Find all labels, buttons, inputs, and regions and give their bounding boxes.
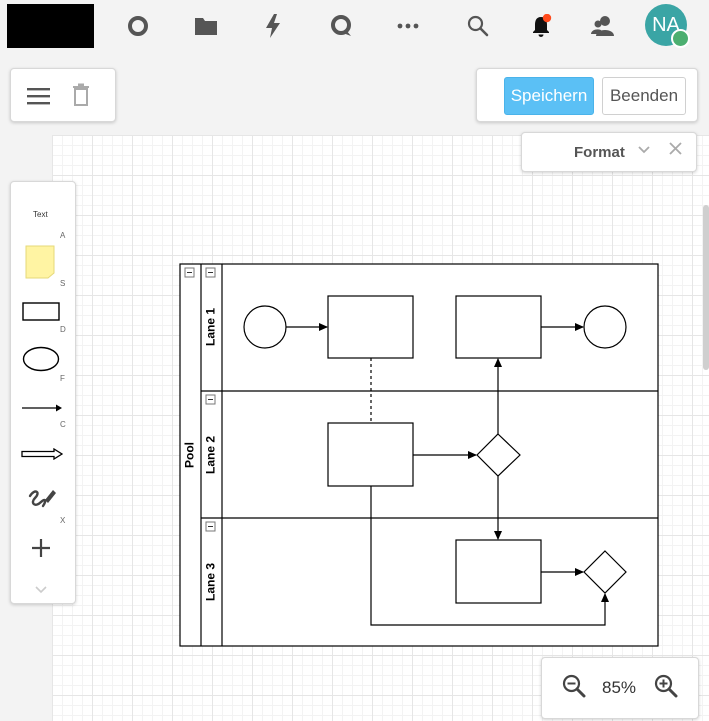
ellipse-shape[interactable] bbox=[22, 346, 60, 372]
freehand-icon[interactable] bbox=[27, 486, 57, 514]
folder-icon[interactable] bbox=[193, 13, 219, 39]
save-button[interactable]: Speichern bbox=[504, 77, 594, 115]
shortcut-hint: C bbox=[60, 420, 66, 429]
chevron-down-icon[interactable] bbox=[637, 143, 651, 161]
logo bbox=[7, 4, 94, 48]
circle-icon[interactable] bbox=[125, 13, 151, 39]
zoom-in-icon[interactable] bbox=[654, 674, 678, 703]
vertical-scrollbar[interactable] bbox=[703, 205, 709, 370]
lightning-icon[interactable] bbox=[260, 13, 286, 39]
status-indicator bbox=[671, 29, 690, 48]
zoom-out-icon[interactable] bbox=[562, 674, 586, 703]
more-icon[interactable] bbox=[395, 13, 421, 39]
chat-icon[interactable] bbox=[328, 13, 354, 39]
menu-icon[interactable] bbox=[26, 85, 52, 107]
trash-icon[interactable] bbox=[72, 83, 90, 107]
format-panel: Format bbox=[521, 132, 697, 172]
bell-icon[interactable] bbox=[528, 13, 554, 39]
edit-panel bbox=[10, 68, 116, 122]
zoom-panel: 85% bbox=[541, 657, 699, 719]
shortcut-hint: D bbox=[60, 325, 66, 334]
shapes-panel: Text A S D F C X bbox=[10, 181, 76, 604]
close-icon[interactable] bbox=[669, 142, 682, 160]
rectangle-shape[interactable] bbox=[22, 302, 60, 322]
shortcut-hint: X bbox=[60, 516, 66, 525]
top-bar: NA bbox=[0, 0, 709, 54]
chevron-down-icon[interactable] bbox=[34, 582, 48, 594]
text-shape[interactable]: Text bbox=[33, 210, 48, 219]
note-shape[interactable] bbox=[25, 245, 55, 279]
diagram-canvas[interactable] bbox=[52, 135, 709, 721]
arrow-shape[interactable] bbox=[21, 400, 63, 412]
action-panel: Speichern Beenden bbox=[476, 68, 698, 122]
double-arrow-shape[interactable] bbox=[21, 447, 64, 461]
users-icon[interactable] bbox=[590, 13, 616, 39]
search-icon[interactable] bbox=[465, 13, 491, 39]
exit-button[interactable]: Beenden bbox=[602, 77, 686, 115]
format-title[interactable]: Format bbox=[574, 144, 625, 161]
zoom-level: 85% bbox=[602, 678, 637, 697]
shortcut-hint: A bbox=[60, 231, 66, 240]
shortcut-hint: S bbox=[60, 279, 66, 288]
shortcut-hint: F bbox=[60, 374, 65, 383]
add-icon[interactable] bbox=[30, 537, 52, 559]
